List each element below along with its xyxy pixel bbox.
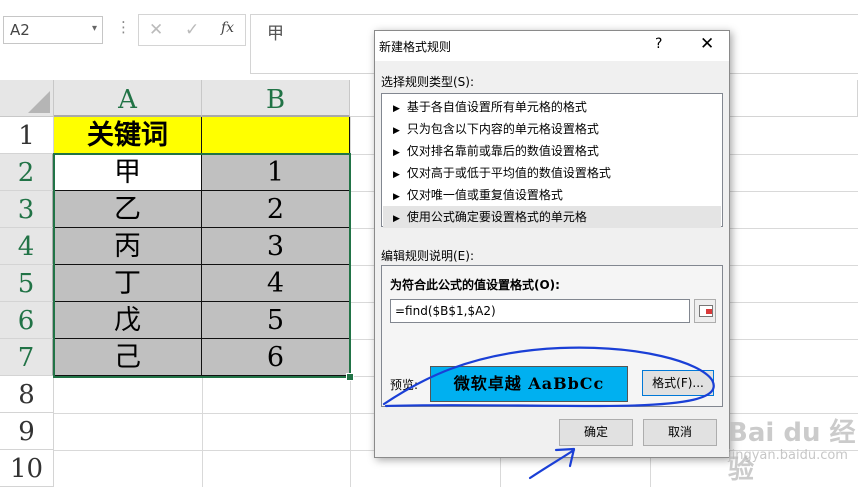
- cell-a6[interactable]: 戊: [54, 302, 202, 339]
- column-header-b[interactable]: B: [202, 80, 350, 117]
- cell-b2[interactable]: 1: [202, 154, 350, 191]
- list-item[interactable]: ▶ 只为包含以下内容的单元格设置格式: [383, 118, 721, 140]
- rule-type-list[interactable]: ▶ 基于各自值设置所有单元格的格式 ▶ 只为包含以下内容的单元格设置格式 ▶ 仅对排名…: [381, 93, 723, 228]
- rule-description-panel: 为符合此公式的值设置格式(O): =find($B$1,$A2) 预览: 微软卓…: [381, 265, 723, 407]
- row-header-7[interactable]: 7: [0, 339, 54, 376]
- cell-a4[interactable]: 丙: [54, 228, 202, 265]
- cell-b1[interactable]: [202, 117, 350, 154]
- cell-a2[interactable]: 甲: [54, 154, 202, 191]
- select-all-corner[interactable]: [0, 80, 54, 117]
- cell-b3[interactable]: 2: [202, 191, 350, 228]
- triangle-right-icon: ▶: [393, 148, 400, 158]
- cell-b6[interactable]: 5: [202, 302, 350, 339]
- cell-b4[interactable]: 3: [202, 228, 350, 265]
- formula-label: 为符合此公式的值设置格式(O):: [390, 278, 560, 292]
- ok-button[interactable]: 确定: [559, 419, 633, 446]
- row-header-2[interactable]: 2: [0, 154, 54, 191]
- close-icon[interactable]: ✕: [700, 34, 714, 54]
- triangle-right-icon: ▶: [393, 104, 400, 114]
- fill-handle[interactable]: [346, 373, 354, 381]
- triangle-right-icon: ▶: [393, 214, 400, 224]
- more-options-icon[interactable]: ⋮: [116, 18, 131, 36]
- collapse-dialog-icon[interactable]: [694, 299, 716, 323]
- name-box-value: A2: [10, 21, 30, 39]
- row-header-5[interactable]: 5: [0, 265, 54, 302]
- cell-a1[interactable]: 关键词: [54, 117, 202, 154]
- list-item-selected[interactable]: ▶ 使用公式确定要设置格式的单元格: [383, 206, 721, 228]
- row-header-10[interactable]: 10: [0, 450, 54, 487]
- list-item[interactable]: ▶ 仅对高于或低于平均值的数值设置格式: [383, 162, 721, 184]
- watermark-url: jingyan.baidu.com: [728, 448, 848, 463]
- baidu-watermark: Bai du 经验 jingyan.baidu.com: [728, 412, 856, 485]
- triangle-right-icon: ▶: [393, 192, 400, 202]
- format-button[interactable]: 格式(F)...: [642, 370, 714, 396]
- row-header-6[interactable]: 6: [0, 302, 54, 339]
- cell-a3[interactable]: 乙: [54, 191, 202, 228]
- formula-field[interactable]: =find($B$1,$A2): [390, 299, 690, 323]
- row-header-3[interactable]: 3: [0, 191, 54, 228]
- edit-description-label: 编辑规则说明(E):: [381, 249, 474, 263]
- cell-b7[interactable]: 6: [202, 339, 350, 376]
- enter-icon[interactable]: ✓: [185, 20, 199, 40]
- dialog-titlebar[interactable]: 新建格式规则 ? ✕: [375, 31, 729, 61]
- help-icon[interactable]: ?: [655, 36, 662, 52]
- format-preview: 微软卓越 AaBbCc: [430, 366, 628, 402]
- cancel-icon[interactable]: ✕: [149, 20, 163, 40]
- row-header-9[interactable]: 9: [0, 413, 54, 450]
- cell-a5[interactable]: 丁: [54, 265, 202, 302]
- formula-input-value: 甲: [267, 24, 284, 44]
- insert-function-icon[interactable]: fx: [221, 20, 234, 36]
- chevron-down-icon[interactable]: ▾: [92, 23, 97, 34]
- dialog-title: 新建格式规则: [379, 40, 452, 54]
- cell-a7[interactable]: 己: [54, 339, 202, 376]
- name-box[interactable]: A2 ▾: [3, 16, 103, 44]
- triangle-right-icon: ▶: [393, 126, 400, 136]
- list-item[interactable]: ▶ 仅对排名靠前或靠后的数值设置格式: [383, 140, 721, 162]
- cancel-button[interactable]: 取消: [643, 419, 717, 446]
- new-format-rule-dialog: 新建格式规则 ? ✕ 选择规则类型(S): ▶ 基于各自值设置所有单元格的格式 ▶…: [374, 30, 730, 458]
- cell-b5[interactable]: 4: [202, 265, 350, 302]
- row-header-4[interactable]: 4: [0, 228, 54, 265]
- row-header-8[interactable]: 8: [0, 376, 54, 413]
- list-item[interactable]: ▶ 仅对唯一值或重复值设置格式: [383, 184, 721, 206]
- preview-label: 预览:: [390, 378, 419, 392]
- formula-buttons: ✕ ✓ fx: [138, 14, 246, 46]
- rule-type-label: 选择规则类型(S):: [381, 75, 475, 89]
- list-item[interactable]: ▶ 基于各自值设置所有单元格的格式: [383, 96, 721, 118]
- column-header-a[interactable]: A: [54, 80, 202, 117]
- triangle-right-icon: ▶: [393, 170, 400, 180]
- row-header-1[interactable]: 1: [0, 117, 54, 154]
